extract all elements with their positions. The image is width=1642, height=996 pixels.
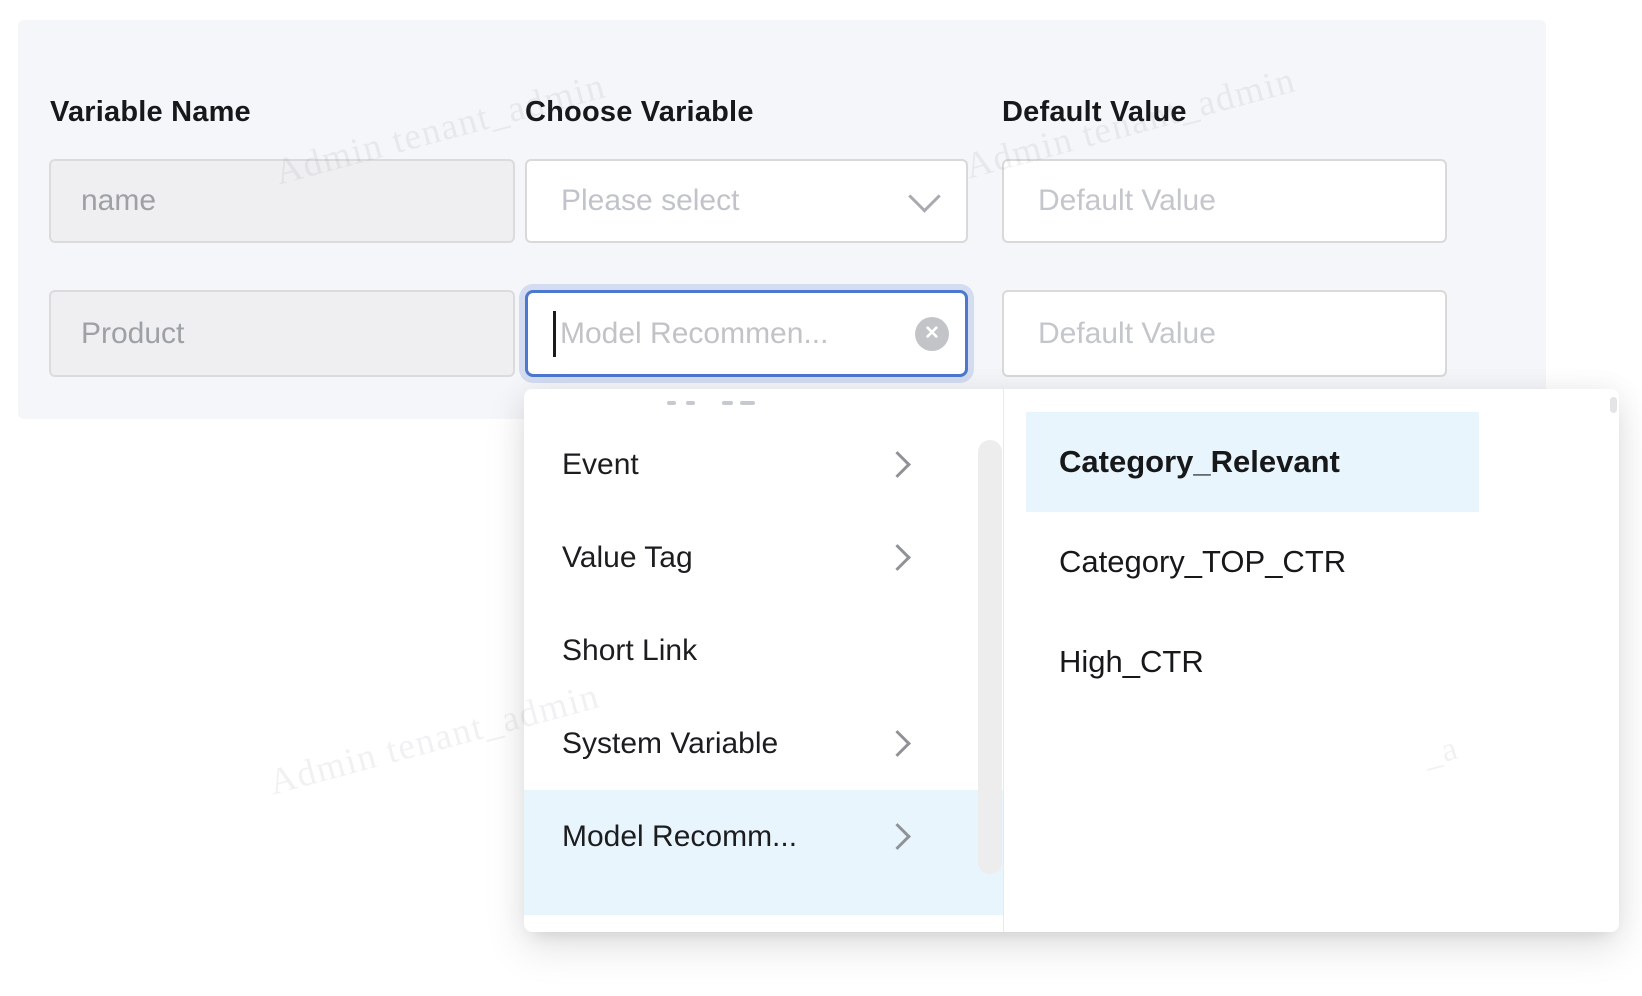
column-label-variable-name: Variable Name	[50, 96, 251, 129]
submenu-item-category-relevant[interactable]: Category_Relevant	[1026, 412, 1479, 512]
selected-value-placeholder: Model Recommen...	[560, 317, 828, 351]
cascader-dropdown: Event Value Tag Short Link System Variab…	[524, 389, 1619, 932]
clipped-menu-item-fragment	[667, 401, 676, 405]
choose-variable-select-row2-focused[interactable]: Model Recommen... ✕	[525, 290, 968, 377]
clipped-menu-item-fragment	[740, 401, 755, 405]
menu-item-label: Event	[562, 448, 639, 482]
chevron-right-icon	[884, 544, 911, 571]
variable-name-input-row2[interactable]	[49, 290, 515, 377]
chevron-right-icon	[884, 730, 911, 757]
menu-item-model-recommend[interactable]: Model Recomm...	[524, 790, 1003, 915]
menu-item-label: Model Recomm...	[562, 820, 797, 854]
menu-item-label: System Variable	[562, 727, 778, 761]
menu-item-system-variable[interactable]: System Variable	[524, 697, 1003, 790]
cascader-menu-level1: Event Value Tag Short Link System Variab…	[524, 389, 1004, 932]
menu-item-label: Short Link	[562, 634, 697, 668]
menu-scrollbar-thumb[interactable]	[978, 440, 1002, 874]
column-label-choose-variable: Choose Variable	[525, 96, 754, 129]
text-caret	[553, 311, 556, 357]
chevron-right-icon	[884, 823, 911, 850]
cascader-menu-level2: Category_Relevant Category_TOP_CTR High_…	[1004, 389, 1619, 932]
submenu-item-high-ctr[interactable]: High_CTR	[1026, 612, 1479, 712]
clipped-menu-item-fragment	[722, 401, 733, 405]
variable-name-input-row1[interactable]	[49, 159, 515, 243]
page: { "watermark": { "text": "Admin tenant_a…	[0, 0, 1642, 996]
chevron-right-icon	[884, 451, 911, 478]
chevron-down-icon	[908, 180, 941, 213]
submenu-item-category-top-ctr[interactable]: Category_TOP_CTR	[1026, 512, 1479, 612]
menu-item-event[interactable]: Event	[524, 418, 1003, 511]
default-value-input-row2[interactable]	[1002, 290, 1447, 377]
menu-item-value-tag[interactable]: Value Tag	[524, 511, 1003, 604]
select-placeholder: Please select	[561, 184, 739, 218]
menu-item-label: Value Tag	[562, 541, 693, 575]
submenu-item-label: High_CTR	[1059, 644, 1204, 680]
clipped-menu-item-fragment	[686, 401, 695, 405]
default-value-input-row1[interactable]	[1002, 159, 1447, 243]
choose-variable-select-row1[interactable]: Please select	[525, 159, 968, 243]
clear-icon[interactable]: ✕	[915, 317, 949, 351]
variable-form-panel: Variable Name Choose Variable Default Va…	[18, 20, 1546, 419]
menu-item-short-link[interactable]: Short Link	[524, 604, 1003, 697]
column-label-default-value: Default Value	[1002, 96, 1187, 129]
submenu-scrollbar-thumb[interactable]	[1610, 397, 1617, 413]
submenu-item-label: Category_Relevant	[1059, 444, 1340, 480]
submenu-item-label: Category_TOP_CTR	[1059, 544, 1346, 580]
